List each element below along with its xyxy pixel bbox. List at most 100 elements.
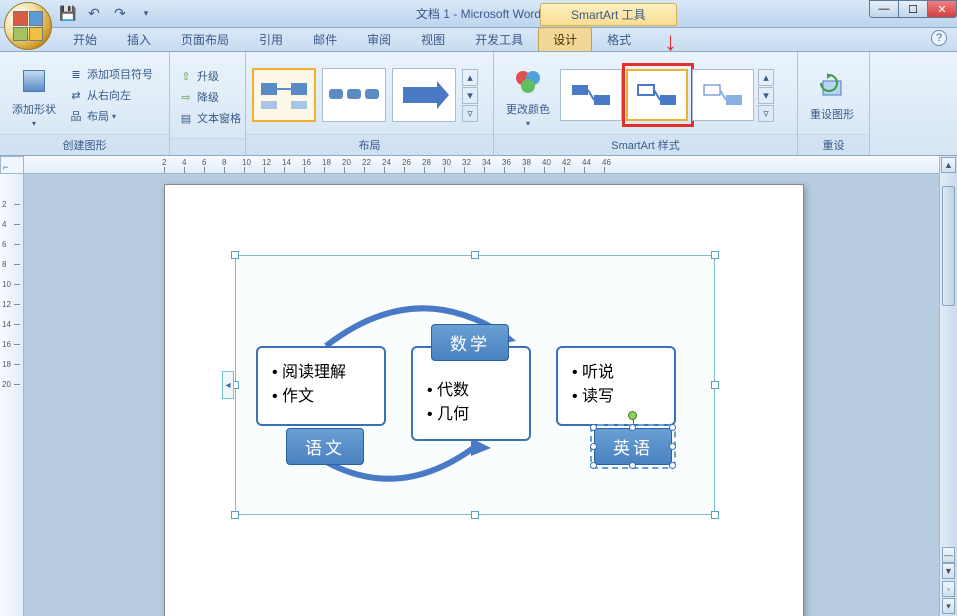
- group-label-create: 创建图形: [0, 134, 169, 155]
- resize-handle[interactable]: [231, 511, 239, 519]
- workspace: ⌐ 24681012141618202224262830323436384042…: [0, 156, 957, 616]
- layout-button[interactable]: 品布局▾: [66, 107, 155, 125]
- smartart-title-3-selected[interactable]: 英语: [594, 428, 672, 465]
- selection-handle[interactable]: [669, 443, 676, 450]
- scroll-split-button[interactable]: —: [942, 547, 955, 563]
- scroll-down-button[interactable]: ▼: [942, 563, 955, 579]
- group-label-styles: SmartArt 样式: [494, 134, 797, 155]
- layouts-more[interactable]: ▿: [462, 105, 478, 122]
- styles-scroll-down[interactable]: ▾: [758, 87, 774, 104]
- node-item: 听说: [572, 358, 660, 382]
- maximize-button[interactable]: ☐: [898, 0, 928, 18]
- change-colors-button[interactable]: 更改颜色 ▾: [500, 61, 556, 130]
- selection-handle[interactable]: [590, 462, 597, 469]
- add-shape-label: 添加形状: [12, 101, 56, 117]
- change-colors-label: 更改颜色: [506, 101, 550, 117]
- close-button[interactable]: ✕: [927, 0, 957, 18]
- group-label-reset: 重设: [798, 134, 869, 155]
- selection-handle[interactable]: [629, 462, 636, 469]
- smartart-node-3[interactable]: 听说 读写: [556, 346, 676, 426]
- node-item: 读写: [572, 382, 660, 406]
- layouts-scroll-down[interactable]: ▾: [462, 87, 478, 104]
- add-shape-button[interactable]: 添加形状 ▾: [6, 61, 62, 130]
- tab-format[interactable]: 格式: [592, 27, 646, 51]
- document-area[interactable]: ◂ 阅读理解 作文 语文: [24, 174, 939, 616]
- selection-handle[interactable]: [629, 424, 636, 431]
- resize-handle[interactable]: [471, 511, 479, 519]
- selection-handle[interactable]: [590, 443, 597, 450]
- selection-handle[interactable]: [669, 462, 676, 469]
- quick-access-toolbar: 💾 ↶ ↷ ▾: [58, 4, 156, 24]
- promote-icon: ⇧: [178, 68, 194, 84]
- style-thumb-2[interactable]: [626, 69, 688, 121]
- tab-view[interactable]: 视图: [406, 27, 460, 51]
- demote-icon: ⇨: [178, 89, 194, 105]
- resize-handle[interactable]: [711, 251, 719, 259]
- ribbon: 添加形状 ▾ ≣添加项目符号 ⇄从右向左 品布局▾ 创建图形 ⇧升级 ⇨降级 ▤…: [0, 52, 957, 156]
- save-icon[interactable]: 💾: [58, 4, 78, 24]
- layout-thumb-2[interactable]: [322, 68, 386, 122]
- group-label-layouts: 布局: [246, 134, 493, 155]
- next-page-button[interactable]: ▾: [942, 598, 955, 614]
- layout-thumb-3[interactable]: [392, 68, 456, 122]
- tab-mailings[interactable]: 邮件: [298, 27, 352, 51]
- ruler-corner[interactable]: ⌐: [0, 156, 24, 174]
- node-item: 代数: [427, 376, 515, 400]
- smartart-title-1[interactable]: 语文: [286, 428, 364, 465]
- node-item: 作文: [272, 382, 370, 406]
- tab-review[interactable]: 审阅: [352, 27, 406, 51]
- vertical-scrollbar[interactable]: ▲ — ▼ ◦ ▾: [939, 156, 957, 616]
- help-icon[interactable]: ?: [931, 30, 947, 46]
- node-item: 阅读理解: [272, 358, 370, 382]
- text-pane-button[interactable]: ▤文本窗格: [176, 109, 243, 127]
- page: ◂ 阅读理解 作文 语文: [164, 184, 804, 616]
- rotate-handle[interactable]: [628, 411, 637, 420]
- text-pane-toggle[interactable]: ◂: [222, 371, 234, 399]
- selection-handle[interactable]: [669, 424, 676, 431]
- ribbon-tabs: 开始 插入 页面布局 引用 邮件 审阅 视图 开发工具 设计 格式 ?: [0, 28, 957, 52]
- tab-insert[interactable]: 插入: [112, 27, 166, 51]
- style-thumb-1[interactable]: [560, 69, 622, 121]
- styles-scroll-up[interactable]: ▴: [758, 69, 774, 86]
- resize-handle[interactable]: [471, 251, 479, 259]
- redo-icon[interactable]: ↷: [110, 4, 130, 24]
- undo-icon[interactable]: ↶: [84, 4, 104, 24]
- scroll-up-button[interactable]: ▲: [941, 157, 956, 173]
- text-pane-icon: ▤: [178, 110, 194, 126]
- demote-button[interactable]: ⇨降级: [176, 88, 243, 106]
- resize-handle[interactable]: [231, 251, 239, 259]
- style-thumb-3[interactable]: [692, 69, 754, 121]
- resize-handle[interactable]: [711, 381, 719, 389]
- prev-page-button[interactable]: ◦: [942, 581, 955, 597]
- selection-handle[interactable]: [590, 424, 597, 431]
- scroll-thumb[interactable]: [942, 186, 955, 306]
- smartart-graphic[interactable]: ◂ 阅读理解 作文 语文: [235, 255, 715, 515]
- vertical-ruler[interactable]: 2468101214161820: [0, 174, 24, 616]
- tab-developer[interactable]: 开发工具: [460, 27, 538, 51]
- smartart-title-2[interactable]: 数学: [431, 324, 509, 361]
- group-label-spacer1: [170, 138, 245, 155]
- contextual-tab-title: SmartArt 工具: [540, 3, 677, 26]
- bullet-icon: ≣: [68, 66, 84, 82]
- layout-icon: 品: [68, 108, 84, 124]
- document-title: 文档 1 - Microsoft Word: [416, 5, 541, 22]
- right-to-left-button[interactable]: ⇄从右向左: [66, 86, 155, 104]
- promote-button[interactable]: ⇧升级: [176, 67, 243, 85]
- tab-design[interactable]: 设计: [538, 27, 592, 51]
- minimize-button[interactable]: —: [869, 0, 899, 18]
- office-button[interactable]: [4, 2, 52, 50]
- layouts-scroll-up[interactable]: ▴: [462, 69, 478, 86]
- reset-graphic-button[interactable]: 重设图形: [804, 66, 860, 124]
- layout-thumb-1[interactable]: [252, 68, 316, 122]
- tab-home[interactable]: 开始: [58, 27, 112, 51]
- annotation-arrow-icon: ↓: [664, 26, 677, 57]
- horizontal-ruler[interactable]: 2468101214161820222426283032343638404244…: [24, 156, 939, 174]
- styles-more[interactable]: ▿: [758, 105, 774, 122]
- add-bullet-button[interactable]: ≣添加项目符号: [66, 65, 155, 83]
- tab-page-layout[interactable]: 页面布局: [166, 27, 244, 51]
- resize-handle[interactable]: [711, 511, 719, 519]
- tab-references[interactable]: 引用: [244, 27, 298, 51]
- smartart-node-1[interactable]: 阅读理解 作文: [256, 346, 386, 426]
- qat-more-icon[interactable]: ▾: [136, 4, 156, 24]
- title-bar: 💾 ↶ ↷ ▾ 文档 1 - Microsoft Word SmartArt 工…: [0, 0, 957, 28]
